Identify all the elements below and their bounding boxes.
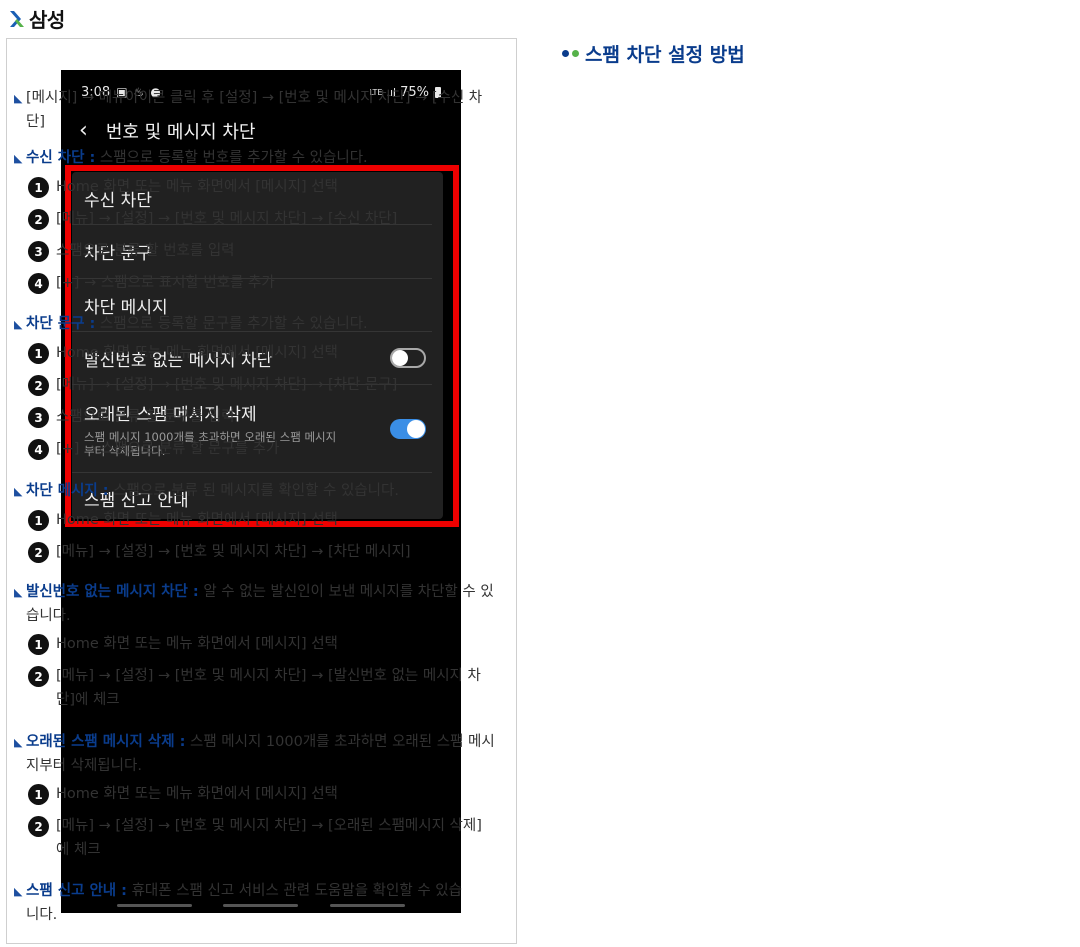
- samsung-logo-icon: [10, 10, 24, 27]
- bullet-icon: ◣: [14, 885, 23, 898]
- section-desc: 스팸으로 등록할 문구를 추가할 수 있습니다.: [95, 316, 368, 332]
- guide-section-delete-old-spam: ◣ 오래된 스팸 메시지 삭제 : 스팸 메시지 1000개를 초과하면 오래된…: [14, 730, 509, 870]
- step-item: 4 [+] → 스팸으로 표시할 번호를 추가: [28, 271, 509, 295]
- section-keyword: 차단 메시지 :: [26, 483, 109, 499]
- section-keyword: 수신 차단 :: [26, 150, 96, 166]
- step-list: 1 Home 화면 또는 메뉴 화면에서 [메시지] 선택 2 [메뉴] → [설정…: [28, 632, 509, 712]
- step-number-2-icon: 2: [28, 666, 49, 687]
- step-number-1-icon: 1: [28, 177, 49, 198]
- bullet-icon: ◣: [14, 92, 23, 105]
- step-item: 2 [메뉴] → [설정] → [번호 및 메시지 차단] → [차단 메시지]: [28, 540, 509, 564]
- step-item: 1 Home 화면 또는 메뉴 화면에서 [메시지] 선택: [28, 632, 509, 656]
- bullet-icon: ◣: [14, 586, 23, 599]
- bullet-icon: ◣: [14, 736, 23, 749]
- step-item: 3 스팸으로 분류 할 번호를 입력: [28, 239, 509, 263]
- step-number-2-icon: 2: [28, 816, 49, 837]
- step-list: 1 Home 화면 또는 메뉴 화면에서 [메시지] 선택 2 [메뉴] → [설정…: [28, 508, 509, 564]
- step-item: 4 [+] → 스팸으로 분류 할 문구를 추가: [28, 437, 509, 461]
- bullet-icon: ◣: [14, 485, 23, 498]
- section-keyword: 오래된 스팸 메시지 삭제 :: [26, 734, 186, 750]
- step-number-4-icon: 4: [28, 439, 49, 460]
- guide-intro: ◣ [메시지] → 메뉴아이콘 클릭 후 [설정] → [번호 및 메시지 차단…: [14, 86, 509, 134]
- step-number-2-icon: 2: [28, 209, 49, 230]
- section-desc: 스팸으로 분류 된 메시지를 확인할 수 있습니다.: [108, 483, 399, 499]
- guide-section-unknown-senders: ◣ 발신번호 없는 메시지 차단 : 알 수 없는 발신인이 보낸 메시지를 차…: [14, 580, 509, 720]
- guide-section-block-numbers: ◣ 수신 차단 : 스팸으로 등록할 번호를 추가할 수 있습니다. 1 Home…: [14, 146, 509, 303]
- step-item: 1 Home 화면 또는 메뉴 화면에서 [메시지] 선택: [28, 782, 509, 806]
- step-item: 3 스팸으로 분류 할 문구를 입력: [28, 405, 509, 429]
- guide-title-text: 스팸 차단 설정 방법: [585, 43, 745, 66]
- brand-name: 삼성: [29, 8, 65, 32]
- section-keyword: 스팸 신고 안내 :: [26, 883, 127, 899]
- step-item: 2 [메뉴] → [설정] → [번호 및 메시지 차단] → [차단 문구]: [28, 373, 509, 397]
- step-number-3-icon: 3: [28, 407, 49, 428]
- intro-text: [메시지] → 메뉴아이콘 클릭 후 [설정] → [번호 및 메시지 차단] …: [26, 90, 483, 130]
- section-keyword: 발신번호 없는 메시지 차단 :: [26, 584, 199, 600]
- step-number-1-icon: 1: [28, 634, 49, 655]
- bullet-icon: ◣: [14, 318, 23, 331]
- step-item: 2 [메뉴] → [설정] → [번호 및 메시지 차단] → [수신 차단]: [28, 207, 509, 231]
- step-list: 1 Home 화면 또는 메뉴 화면에서 [메시지] 선택 2 [메뉴] → [설정…: [28, 341, 509, 461]
- section-keyword: 차단 문구 :: [26, 316, 96, 332]
- guide-title: 스팸 차단 설정 방법: [562, 40, 1077, 66]
- step-list: 1 Home 화면 또는 메뉴 화면에서 [메시지] 선택 2 [메뉴] → [설정…: [28, 175, 509, 295]
- guide-section-blocked-messages: ◣ 차단 메시지 : 스팸으로 분류 된 메시지를 확인할 수 있습니다. 1H…: [14, 479, 509, 572]
- brand-header: 삼성: [6, 4, 65, 33]
- step-number-1-icon: 1: [28, 784, 49, 805]
- step-list: 1 Home 화면 또는 메뉴 화면에서 [메시지] 선택 2 [메뉴] → [설정…: [28, 782, 509, 862]
- step-item: 2 [메뉴] → [설정] → [번호 및 메시지 차단] → [발신번호 없는 …: [28, 664, 509, 712]
- step-item: 1 Home 화면 또는 메뉴 화면에서 [메시지] 선택: [28, 508, 509, 532]
- title-dots-icon: [562, 49, 579, 57]
- guide-section-block-phrases: ◣ 차단 문구 : 스팸으로 등록할 문구를 추가할 수 있습니다. 1 Home…: [14, 312, 509, 469]
- step-number-3-icon: 3: [28, 241, 49, 262]
- step-number-4-icon: 4: [28, 273, 49, 294]
- bullet-icon: ◣: [14, 152, 23, 165]
- step-item: 1 Home 화면 또는 메뉴 화면에서 [메시지] 선택: [28, 341, 509, 365]
- step-number-2-icon: 2: [28, 375, 49, 396]
- step-number-1-icon: 1: [28, 510, 49, 531]
- guide-section-spam-report: ◣ 스팸 신고 안내 : 휴대폰 스팸 신고 서비스 관련 도움말을 확인할 수…: [14, 879, 509, 927]
- step-number-2-icon: 2: [28, 542, 49, 563]
- guide-panel: 스팸 차단 설정 방법: [562, 40, 1077, 66]
- step-item: 1 Home 화면 또는 메뉴 화면에서 [메시지] 선택: [28, 175, 509, 199]
- step-number-1-icon: 1: [28, 343, 49, 364]
- section-desc: 스팸으로 등록할 번호를 추가할 수 있습니다.: [95, 150, 368, 166]
- step-item: 2 [메뉴] → [설정] → [번호 및 메시지 차단] → [오래된 스팸메시…: [28, 814, 509, 862]
